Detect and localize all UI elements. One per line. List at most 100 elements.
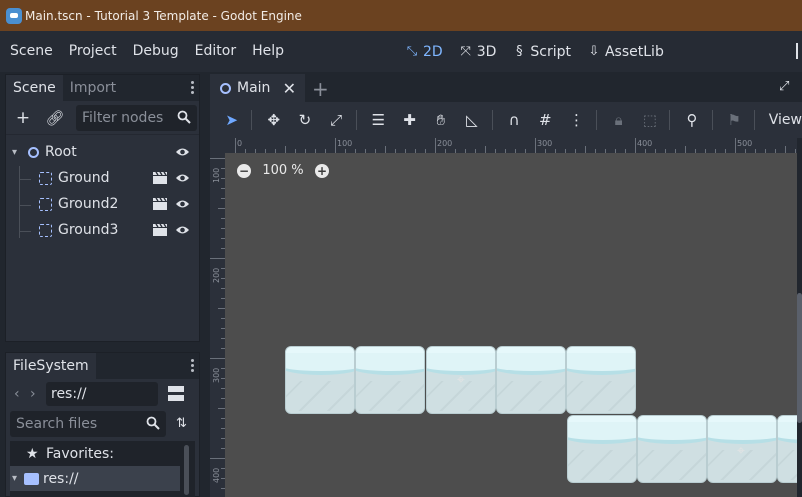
filesystem-nav: ‹ › — [6, 379, 199, 409]
forward-icon[interactable]: › — [30, 386, 40, 402]
node-label: Root — [45, 144, 77, 160]
title-bar: Main.tscn - Tutorial 3 Template - Godot … — [0, 0, 802, 31]
grid-snap-icon[interactable]: # — [536, 110, 555, 130]
mode-3d-button[interactable]: ⤧ 3D — [459, 43, 497, 60]
close-icon[interactable]: ✕ — [283, 79, 296, 98]
menu-bar: Scene Project Debug Editor Help ⤡ 2D ⤧ 3… — [0, 31, 802, 72]
mode-script-button[interactable]: § Script — [512, 44, 571, 60]
filter-nodes-field[interactable] — [76, 104, 197, 131]
zoom-widget: − 100 % + — [237, 163, 329, 178]
sort-icon[interactable]: ⇅ — [176, 416, 192, 432]
menu-project[interactable]: Project — [63, 31, 123, 72]
filter-nodes-input[interactable] — [82, 109, 172, 126]
visibility-eye-icon[interactable] — [175, 197, 190, 211]
open-scene-clapperboard-icon[interactable] — [153, 172, 167, 184]
scrollbar-thumb[interactable] — [797, 293, 802, 423]
lock-icon[interactable]: 🔒︎ — [609, 110, 628, 130]
dock-menu-icon[interactable] — [191, 359, 195, 373]
select-mode-icon[interactable]: ➤ — [222, 110, 241, 130]
ruler-label: 0 — [237, 139, 243, 148]
ice-ground-tile[interactable] — [285, 346, 355, 414]
visibility-eye-icon[interactable] — [175, 223, 190, 237]
ruler-tick — [210, 158, 225, 159]
mode-2d-label: 2D — [423, 43, 443, 60]
search-files-input[interactable] — [16, 416, 106, 432]
distraction-free-toggle-edge[interactable] — [796, 43, 802, 59]
menu-editor[interactable]: Editor — [189, 31, 242, 72]
search-icon — [177, 110, 191, 124]
scene-dock: Scene Import + 🔗︎ ▾ Root Ground Ground2 — [5, 74, 200, 342]
tree-row-root[interactable]: ▾ Root — [6, 139, 199, 165]
visibility-eye-icon[interactable] — [175, 171, 190, 185]
rotate-mode-icon[interactable]: ↻ — [295, 110, 314, 130]
2d-icon: ⤡ — [406, 43, 418, 59]
back-icon[interactable]: ‹ — [14, 386, 24, 402]
favorites-item[interactable]: ★ Favorites: — [10, 441, 195, 466]
open-scene-clapperboard-icon[interactable] — [153, 198, 167, 210]
zoom-in-icon[interactable]: + — [315, 163, 329, 178]
fullscreen-icon[interactable]: ⤢ — [779, 80, 793, 94]
tree-row-ground[interactable]: Ground — [6, 165, 199, 191]
tab-filesystem[interactable]: FileSystem — [6, 353, 96, 379]
ice-ground-tile[interactable] — [567, 415, 637, 483]
move-mode-icon[interactable]: ✥ — [264, 110, 283, 130]
view-menu-button[interactable]: View — [769, 112, 802, 128]
zoom-out-icon[interactable]: − — [237, 163, 251, 178]
instance-scene-icon[interactable]: 🔗︎ — [44, 107, 66, 129]
toolbar-separator — [669, 110, 671, 130]
camera-override-icon[interactable]: ⚑ — [725, 110, 744, 130]
filesystem-scrollbar[interactable] — [184, 445, 189, 495]
pivot-mode-icon[interactable]: ✚ — [400, 110, 419, 130]
list-select-icon[interactable]: ☰ — [369, 110, 388, 130]
chevron-down-icon[interactable]: ▾ — [12, 147, 24, 158]
filesystem-dock: FileSystem ‹ › ⇅ ★ Favorites: ▾ res:// — [5, 352, 200, 497]
search-files-field[interactable] — [10, 411, 166, 437]
tree-row-ground2[interactable]: Ground2 — [6, 191, 199, 217]
ruler-label: 300 — [212, 367, 221, 383]
ice-ground-tile[interactable] — [355, 346, 425, 414]
bone-icon[interactable]: ⚲ — [682, 110, 701, 130]
group-icon[interactable]: ⬚ — [640, 110, 659, 130]
node2d-icon — [28, 146, 39, 158]
more-options-icon[interactable]: ⋮ — [567, 110, 586, 130]
open-scene-clapperboard-icon[interactable] — [153, 224, 167, 236]
canvas-vertical-scrollbar[interactable] — [797, 153, 802, 497]
favorites-label: Favorites: — [46, 445, 114, 462]
path-input[interactable] — [51, 386, 151, 402]
mode-3d-label: 3D — [476, 43, 497, 60]
menu-scene[interactable]: Scene — [4, 31, 59, 72]
pivot-icon[interactable]: ⌖ — [734, 444, 748, 458]
star-icon: ★ — [26, 445, 39, 462]
ice-ground-tile[interactable] — [777, 415, 797, 483]
new-scene-tab-icon[interactable]: + — [312, 77, 329, 101]
ruler-tick — [218, 208, 225, 209]
visibility-eye-icon[interactable] — [175, 145, 190, 159]
ice-ground-tile[interactable] — [637, 415, 707, 483]
zoom-level-label[interactable]: 100 % — [261, 163, 305, 178]
pivot-icon[interactable]: ⌖ — [454, 373, 468, 387]
chevron-down-icon[interactable]: ▾ — [12, 473, 24, 484]
tree-row-ground3[interactable]: Ground3 — [6, 217, 199, 243]
split-mode-icon[interactable] — [168, 386, 184, 402]
tab-scene[interactable]: Scene — [6, 75, 63, 101]
smart-snap-icon[interactable]: ∩ — [504, 110, 523, 130]
menu-help[interactable]: Help — [246, 31, 290, 72]
scale-mode-icon[interactable]: ⤢ — [327, 110, 346, 130]
scene-tree: ▾ Root Ground Ground2 Ground3 — [6, 135, 199, 243]
res-folder-item[interactable]: ▾ res:// — [10, 466, 180, 491]
mode-assetlib-button[interactable]: ⇩ AssetLib — [587, 44, 664, 60]
dock-menu-icon[interactable] — [191, 81, 195, 95]
ice-ground-tile[interactable] — [496, 346, 566, 414]
tab-main[interactable]: Main ✕ — [210, 74, 305, 102]
add-node-icon[interactable]: + — [12, 107, 34, 129]
assetlib-icon: ⇩ — [588, 43, 600, 59]
menu-debug[interactable]: Debug — [127, 31, 185, 72]
ruler-mode-icon[interactable]: ◺ — [462, 110, 481, 130]
path-field[interactable] — [46, 382, 158, 406]
canvas-viewport[interactable]: − 100 % + ⌖ ⌖ — [225, 153, 797, 497]
ice-ground-tile[interactable] — [566, 346, 636, 414]
toolbar-separator — [711, 110, 713, 130]
mode-2d-button[interactable]: ⤡ 2D — [405, 44, 443, 60]
tab-import[interactable]: Import — [63, 75, 123, 101]
pan-mode-icon[interactable]: ✋︎ — [431, 110, 450, 130]
